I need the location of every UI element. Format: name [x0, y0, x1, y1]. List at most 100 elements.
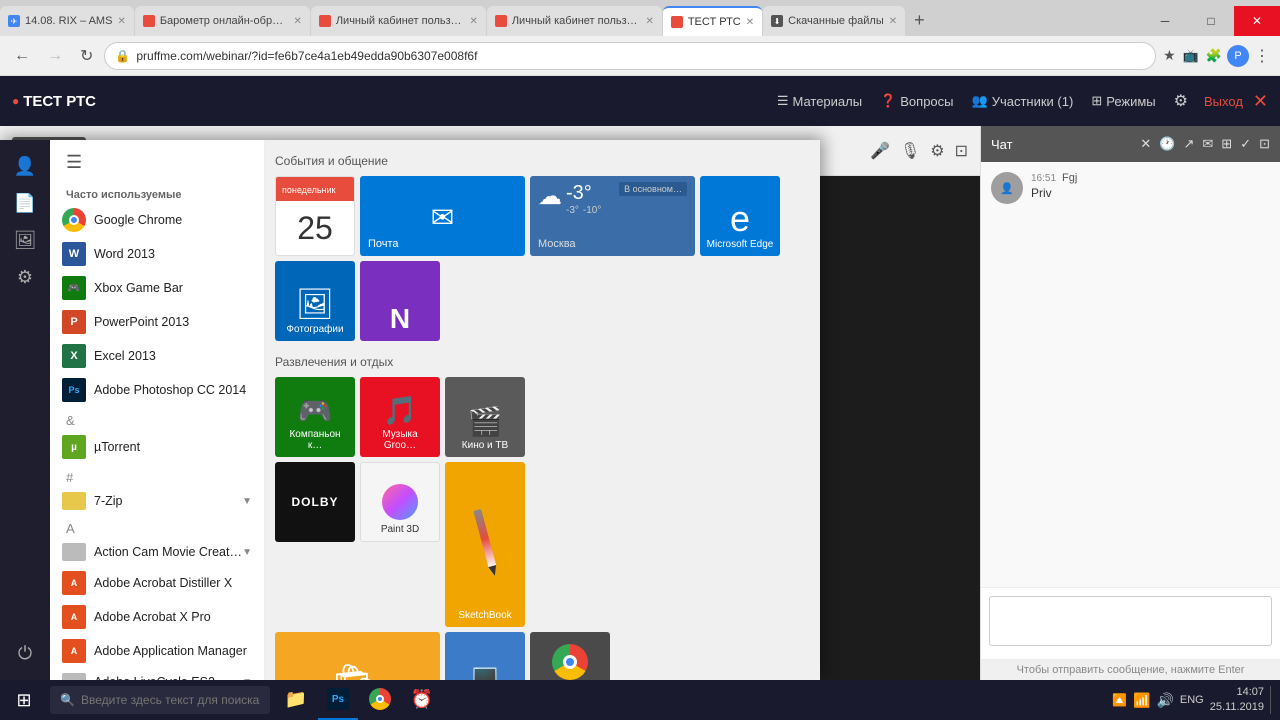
sidebar-settings-icon[interactable]: ⚙ — [17, 267, 33, 288]
calendar-date: 25 — [297, 212, 333, 244]
chat-mail-icon[interactable]: ✉ — [1202, 136, 1213, 152]
app-utorrent[interactable]: µ µTorrent — [50, 430, 264, 464]
tile-groove[interactable]: 🎵 Музыка Groo… — [360, 377, 440, 457]
tile-dolby[interactable]: DOLBY — [275, 462, 355, 542]
action-cam-expand[interactable]: ▼ — [242, 547, 252, 558]
menu-icon[interactable]: ⋮ — [1252, 44, 1272, 68]
app-acrobat-pro[interactable]: A Adobe Acrobat X Pro — [50, 600, 264, 634]
tab-5-close[interactable]: ✕ — [746, 17, 754, 28]
taskbar-photoshop[interactable]: Ps — [318, 680, 358, 720]
taskbar-chrome[interactable] — [360, 680, 400, 720]
chat-time-icon[interactable]: 🕐 — [1159, 136, 1175, 152]
win-maximize[interactable]: □ — [1188, 6, 1234, 36]
tile-sketchbook[interactable]: SketchBook — [445, 462, 525, 627]
tile-store[interactable]: 🛍 Microsoft Store — [275, 632, 440, 680]
chat-header: Чат ✕ 🕐 ↗ ✉ ⊞ ✓ ⊡ — [981, 126, 1280, 162]
tile-companion[interactable]: 🎮 Компаньон к… — [275, 377, 355, 457]
tab-4-close[interactable]: ✕ — [645, 16, 653, 27]
tab-3[interactable]: Личный кабинет пользова… ✕ — [311, 6, 486, 36]
taskbar-datetime[interactable]: 14:07 25.11.2019 — [1210, 685, 1264, 716]
rtc-materials[interactable]: ☰ Материалы — [777, 93, 862, 109]
chat-close-icon[interactable]: ✕ — [1140, 136, 1151, 152]
back-button[interactable]: ← — [8, 45, 36, 67]
tiles-events-row: понедельник 25 ✉ Почта ☁ — [275, 176, 810, 341]
new-tab-button[interactable]: + — [906, 11, 933, 29]
rtc-participants[interactable]: 👥 Участники (1) — [972, 93, 1074, 109]
app-google-chrome[interactable]: Google Chrome — [50, 203, 264, 237]
start-button[interactable]: ⊞ — [4, 680, 44, 720]
app-7zip[interactable]: 7-Zip ▼ — [50, 487, 264, 515]
app-word[interactable]: W Word 2013 — [50, 237, 264, 271]
chat-export-icon[interactable]: ↗ — [1183, 136, 1194, 152]
start-hamburger[interactable]: ☰ — [50, 140, 264, 185]
tile-edge[interactable]: e Microsoft Edge — [700, 176, 780, 256]
chat-grid-icon[interactable]: ⊞ — [1221, 136, 1232, 152]
tab-2[interactable]: Барометр онлайн-образо… ✕ — [135, 6, 310, 36]
action-cam-label: Action Cam Movie Creator and P… — [94, 545, 242, 559]
win-close[interactable]: ✕ — [1234, 6, 1280, 36]
rtc-exit[interactable]: Выход — [1204, 94, 1243, 109]
mic-icon[interactable]: 🎤 — [870, 141, 890, 161]
app-adobe-app-manager[interactable]: A Adobe Application Manager — [50, 634, 264, 668]
app-action-cam[interactable]: Action Cam Movie Creator and P… ▼ — [50, 538, 264, 566]
avatar-small[interactable]: P — [1227, 45, 1249, 67]
lang-indicator[interactable]: ENG — [1180, 694, 1204, 706]
message-text: Priv — [1031, 186, 1077, 200]
sidebar-power-icon[interactable]: ⏻ — [18, 643, 32, 664]
sidebar-docs-icon[interactable]: 📄 — [14, 193, 36, 214]
tab-2-close[interactable]: ✕ — [293, 16, 301, 27]
bookmark-icon[interactable]: ★ — [1161, 45, 1178, 66]
taskbar-file-explorer[interactable]: 📁 — [276, 680, 316, 720]
tab-6-close[interactable]: ✕ — [889, 16, 897, 27]
chat-check-icon[interactable]: ✓ — [1240, 136, 1251, 152]
tab-6[interactable]: ⬇ Скачанные файлы ✕ — [763, 6, 905, 36]
tab-3-close[interactable]: ✕ — [469, 16, 477, 27]
app-excel[interactable]: X Excel 2013 — [50, 339, 264, 373]
tile-calendar[interactable]: понедельник 25 — [275, 176, 355, 256]
app-powerpoint[interactable]: P PowerPoint 2013 — [50, 305, 264, 339]
forward-button[interactable]: → — [41, 45, 69, 67]
7zip-expand[interactable]: ▼ — [242, 496, 252, 507]
tab-1[interactable]: ✈ 14.08. RIX – AMS ✕ — [0, 6, 134, 36]
rtc-modes[interactable]: ⊞ Режимы — [1091, 93, 1155, 109]
modes-icon: ⊞ — [1091, 93, 1102, 109]
tile-paint3d[interactable]: Paint 3D — [360, 462, 440, 542]
app-xbox[interactable]: 🎮 Xbox Game Bar — [50, 271, 264, 305]
tile-chrome[interactable]: Google Chrome — [530, 632, 610, 680]
sidebar-pics-icon[interactable]: 🖼 — [14, 230, 37, 251]
tile-onenote[interactable]: N — [360, 261, 440, 341]
settings2-icon[interactable]: ⚙ — [930, 141, 944, 161]
tab-1-close[interactable]: ✕ — [117, 16, 125, 27]
tile-thispc[interactable]: 💻 Этот компьютер — [445, 632, 525, 680]
app-photoshop-freq[interactable]: Ps Adobe Photoshop CC 2014 — [50, 373, 264, 407]
network-icon[interactable]: 📶 — [1133, 692, 1150, 709]
chat-input[interactable] — [989, 596, 1272, 646]
refresh-button[interactable]: ↻ — [74, 44, 99, 68]
section-and: & — [50, 407, 264, 430]
volume-icon[interactable]: 🔊 — [1156, 692, 1173, 709]
tile-weather[interactable]: ☁ -3° -3° -10° В основном… Москва — [530, 176, 695, 256]
tile-mail[interactable]: ✉ Почта — [360, 176, 525, 256]
message-time: 16:51 — [1031, 173, 1056, 184]
sidebar-user-icon[interactable]: 👤 — [14, 156, 36, 177]
app-livecycle[interactable]: Adobe LiveCycle ES2 ▼ — [50, 668, 264, 680]
rtc-close[interactable]: ✕ — [1253, 91, 1268, 112]
extensions-icon[interactable]: 🧩 — [1204, 46, 1224, 66]
taskbar-search-input[interactable] — [81, 693, 260, 707]
mic2-icon[interactable]: 🎙 — [900, 141, 920, 161]
rtc-settings[interactable]: ⚙ — [1174, 91, 1188, 111]
tile-films[interactable]: 🎬 Кино и ТВ — [445, 377, 525, 457]
tile-photos[interactable]: 🖼 Фотографии — [275, 261, 355, 341]
show-desktop[interactable] — [1270, 686, 1276, 714]
tab-5[interactable]: ТЕСТ РТС ✕ — [663, 6, 762, 36]
app-acrobat-distiller[interactable]: A Adobe Acrobat Distiller X — [50, 566, 264, 600]
win-minimize[interactable]: ─ — [1142, 6, 1188, 36]
rtc-questions[interactable]: ❓ Вопросы — [880, 93, 953, 109]
cast-icon[interactable]: 📺 — [1181, 46, 1201, 66]
address-input[interactable] — [136, 49, 1145, 63]
tab-4[interactable]: Личный кабинет пользова… ✕ — [487, 6, 662, 36]
chat-expand-icon[interactable]: ⊡ — [1259, 136, 1270, 152]
taskbar-clock-app[interactable]: ⏰ — [402, 680, 442, 720]
tab-1-label: 14.08. RIX – AMS — [25, 15, 112, 27]
screen-share-icon[interactable]: ⊡ — [955, 141, 968, 161]
